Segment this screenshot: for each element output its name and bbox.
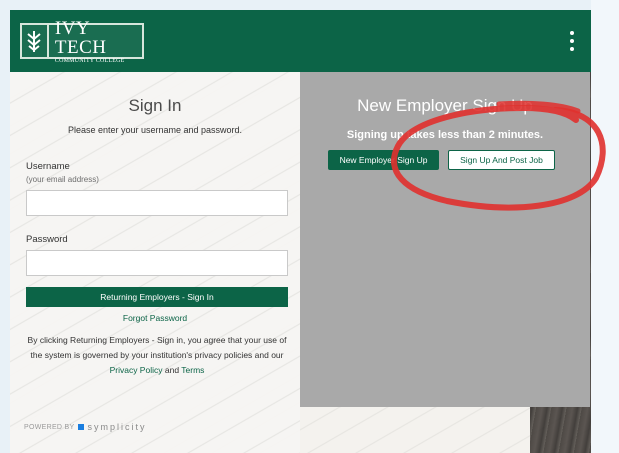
new-employer-signup-button[interactable]: New Employer Sign Up: [328, 150, 439, 170]
page-background-strip: [591, 0, 619, 453]
new-employer-title: New Employer Sign Up: [357, 96, 533, 115]
new-employer-subtitle: Signing up takes less than 2 minutes.: [346, 129, 544, 141]
signup-post-job-button[interactable]: Sign Up And Post Job: [448, 150, 555, 170]
